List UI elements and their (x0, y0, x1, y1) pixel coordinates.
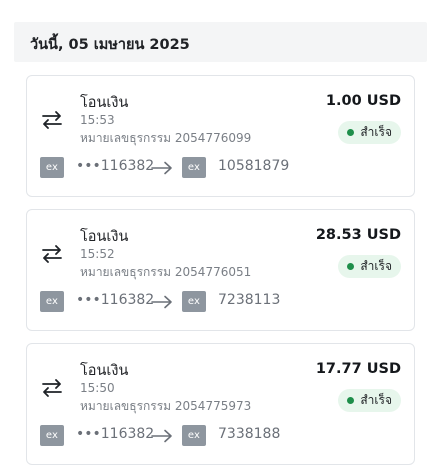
date-header: วันนี้, 05 เมษายน 2025 (14, 22, 427, 62)
status-badge: สำเร็จ (338, 389, 401, 412)
swap-horizontal-icon (42, 245, 62, 263)
transaction-time: 15:53 (80, 113, 115, 127)
transaction-card[interactable]: โอนเงิน 15:52 หมายเลขธุรกรรม 2054776051 … (26, 209, 415, 331)
from-account-badge: ex (40, 425, 64, 446)
transaction-reference: หมายเลขธุรกรรม 2054775973 (80, 399, 252, 413)
to-account: 7238113 (218, 292, 281, 308)
swap-horizontal-icon (42, 111, 62, 129)
status-label: สำเร็จ (360, 259, 392, 273)
from-account: •••116382 (76, 158, 155, 174)
transaction-reference: หมายเลขธุรกรรม 2054776051 (80, 265, 252, 279)
status-label: สำเร็จ (360, 393, 392, 407)
transaction-card[interactable]: โอนเงิน 15:50 หมายเลขธุรกรรม 2054775973 … (26, 343, 415, 465)
account-row: ex •••116382 ex 7238113 (40, 291, 400, 312)
transaction-time: 15:50 (80, 381, 115, 395)
to-account-badge: ex (182, 157, 206, 178)
arrow-right-icon (151, 429, 172, 443)
status-dot-icon (347, 263, 355, 270)
from-account-badge: ex (40, 157, 64, 178)
transaction-title: โอนเงิน (80, 229, 129, 245)
to-account: 10581879 (218, 158, 290, 174)
status-label: สำเร็จ (360, 125, 392, 139)
to-account-badge: ex (182, 425, 206, 446)
from-account: •••116382 (76, 426, 155, 442)
account-row: ex •••116382 ex 7338188 (40, 425, 400, 446)
arrow-right-icon (151, 295, 172, 309)
transaction-amount: 17.77 USD (315, 361, 401, 377)
transaction-amount: 28.53 USD (315, 227, 401, 243)
to-account: 7338188 (218, 426, 281, 442)
transaction-card[interactable]: โอนเงิน 15:53 หมายเลขธุรกรรม 2054776099 … (26, 75, 415, 197)
transaction-title: โอนเงิน (80, 363, 129, 379)
status-badge: สำเร็จ (338, 121, 401, 144)
transaction-time: 15:52 (80, 247, 115, 261)
from-account: •••116382 (76, 292, 155, 308)
transaction-amount: 1.00 USD (325, 93, 401, 109)
transaction-title: โอนเงิน (80, 95, 129, 111)
status-badge: สำเร็จ (338, 255, 401, 278)
arrow-right-icon (151, 161, 172, 175)
account-row: ex •••116382 ex 10581879 (40, 157, 400, 178)
from-account-badge: ex (40, 291, 64, 312)
transaction-reference: หมายเลขธุรกรรม 2054776099 (80, 131, 252, 145)
to-account-badge: ex (182, 291, 206, 312)
status-dot-icon (347, 397, 355, 404)
status-dot-icon (347, 129, 355, 136)
swap-horizontal-icon (42, 379, 62, 397)
